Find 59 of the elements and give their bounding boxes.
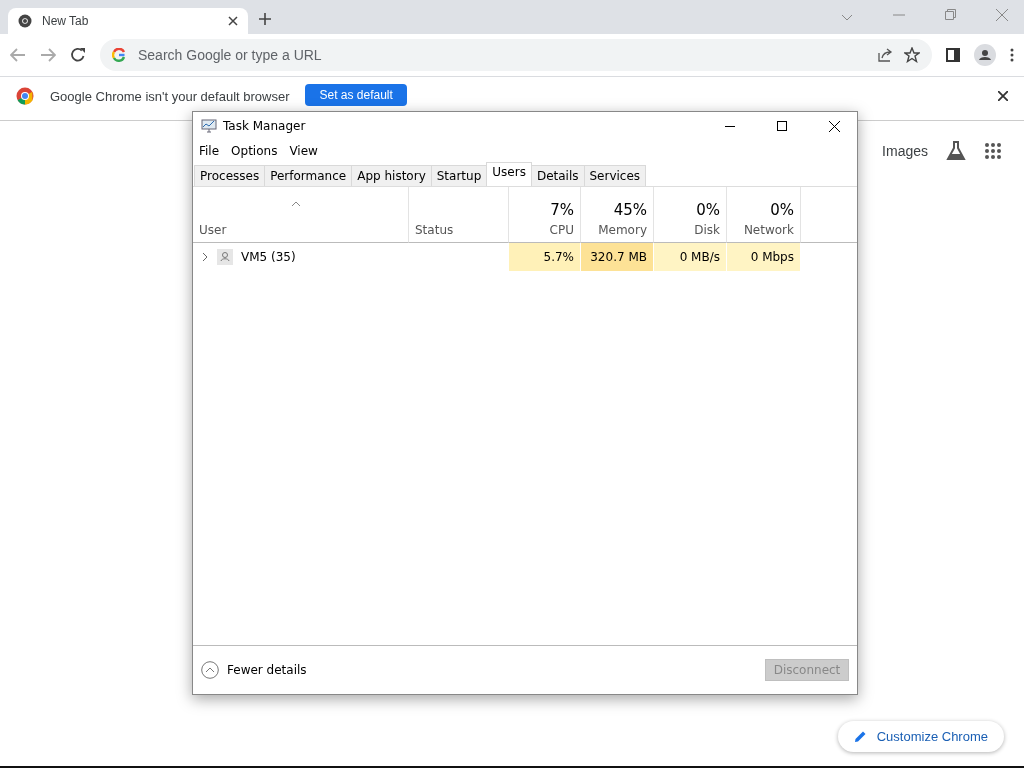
browser-tab[interactable]: New Tab	[8, 8, 248, 34]
menu-item[interactable]: View	[285, 142, 322, 160]
close-icon[interactable]	[998, 91, 1008, 101]
user-icon	[217, 249, 233, 265]
chevron-right-icon[interactable]	[201, 252, 209, 262]
column-total: 0%	[770, 201, 794, 219]
column-header[interactable]: Network	[743, 223, 794, 237]
tab[interactable]: App history	[351, 165, 432, 186]
column-header[interactable]: Status	[415, 223, 454, 237]
profile-icon[interactable]	[974, 44, 996, 66]
apps-grid-icon[interactable]	[984, 142, 1002, 160]
menu-item[interactable]: File	[195, 142, 224, 160]
search-field[interactable]: Search Google or type a URL	[136, 46, 868, 64]
column-total: 45%	[613, 201, 647, 219]
share-icon[interactable]	[878, 48, 894, 62]
new-tab-icon[interactable]	[258, 12, 272, 26]
tab-title: New Tab	[42, 14, 89, 28]
column-header[interactable]: Memory	[598, 223, 647, 237]
column-header[interactable]: Disk	[694, 223, 720, 237]
tab[interactable]: Startup	[430, 165, 488, 186]
flask-icon[interactable]	[946, 141, 966, 161]
metric-cell: 320.7 MB	[581, 243, 654, 271]
chrome-logo-icon	[16, 87, 34, 105]
sort-caret-icon[interactable]	[291, 201, 301, 207]
customize-chrome-button[interactable]: Customize Chrome	[837, 721, 1004, 752]
menu-item[interactable]: Options	[227, 142, 282, 160]
window-title: Task Manager	[223, 119, 307, 133]
chevron-up-circle-icon	[201, 661, 219, 679]
default-browser-message: Google Chrome isn't your default browser	[50, 89, 290, 104]
close-icon	[828, 120, 840, 132]
column-total: 0%	[696, 201, 720, 219]
restore-icon[interactable]	[945, 9, 956, 20]
metric-cell: 0 Mbps	[727, 243, 801, 271]
column-header[interactable]: User	[199, 223, 227, 237]
column-total: 7%	[550, 201, 574, 219]
tab[interactable]: Processes	[194, 165, 266, 186]
column-header[interactable]: CPU	[549, 223, 574, 237]
monitor-chart-icon	[201, 119, 217, 133]
user-name: VM5 (35)	[241, 250, 296, 264]
pencil-icon	[853, 730, 867, 743]
tab[interactable]: Details	[530, 165, 585, 186]
star-icon[interactable]	[904, 47, 920, 63]
side-panel-icon[interactable]	[946, 48, 960, 62]
metric-cell: 5.7%	[509, 243, 581, 271]
tab[interactable]: Performance	[264, 165, 353, 186]
close-icon[interactable]	[228, 16, 238, 26]
google-icon	[112, 48, 126, 62]
images-link[interactable]: Images	[882, 143, 928, 159]
minimize-icon	[725, 125, 735, 127]
chevron-down-icon[interactable]	[841, 14, 853, 22]
address-bar[interactable]: Search Google or type a URL	[100, 39, 932, 71]
tab[interactable]: Services	[583, 165, 647, 186]
metric-cell: 0 MB/s	[654, 243, 727, 271]
more-icon[interactable]	[1010, 48, 1014, 62]
reload-icon[interactable]	[70, 47, 86, 63]
chrome-icon	[18, 14, 32, 28]
fewer-details-toggle[interactable]: Fewer details	[201, 661, 307, 679]
maximize-icon	[777, 121, 787, 131]
set-default-button[interactable]: Set as default	[305, 84, 407, 106]
